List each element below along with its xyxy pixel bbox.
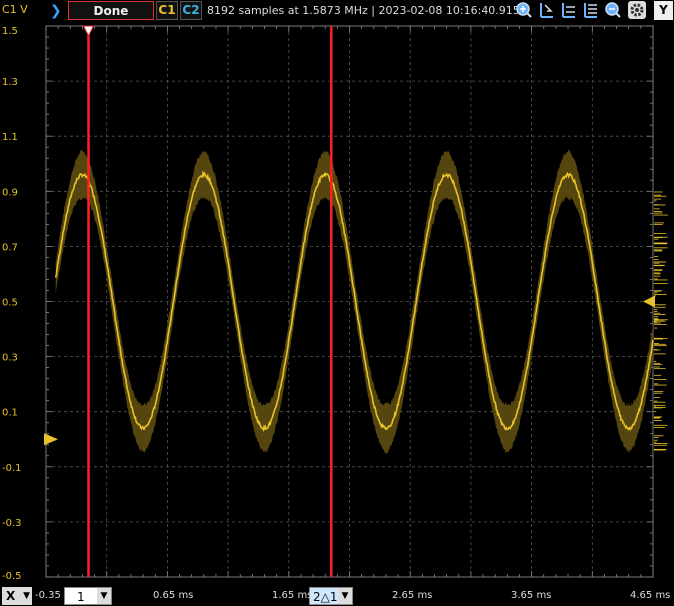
delta-select[interactable]: 2△1 ▼ (309, 587, 353, 605)
x-tick-label: 3.65 ms (511, 590, 552, 601)
y-tick-label: 0.9 (2, 187, 18, 198)
x-tick-label: 2.65 ms (392, 590, 433, 601)
x-tick-label: 1.65 ms (272, 590, 313, 601)
y-tick-label: 1.5 (2, 26, 18, 37)
chevron-down-icon: ▼ (338, 588, 352, 604)
y-tick-label: -0.3 (2, 518, 22, 529)
y-tick-label: 0.5 (2, 298, 18, 309)
y-tick-label: -0.5 (2, 571, 22, 582)
chevron-down-icon: ▼ (97, 588, 111, 604)
cursor-select-value: 1 (77, 590, 85, 604)
cursor-select[interactable]: 1 ▼ (64, 587, 112, 605)
channel1-button[interactable]: C1 (156, 1, 178, 20)
channel-unit-label: C1 V (2, 3, 28, 16)
cursor-both-icon[interactable] (581, 1, 599, 19)
x-tick-label: 0.65 ms (153, 590, 194, 601)
x-axis-button-label: X (6, 589, 16, 603)
y-tick-label: 0.1 (2, 408, 18, 419)
top-toolbar: C1 V ❯ Done C1 C2 8192 samples at 1.5873… (0, 0, 674, 22)
cursor-horizontal-icon[interactable] (559, 1, 577, 19)
bottom-toolbar: X ▼ -0.35 1 ▼ 2△1 ▼ 0.65 ms 1.65 ms 2.65 ms… (0, 586, 674, 606)
oscilloscope-plot[interactable]: 1.5 1.3 1.1 0.9 0.7 0.5 0.3 0.1 -0.1 -0.3 -0.5 (0, 22, 674, 586)
zoom-in-icon[interactable] (515, 1, 533, 19)
y-axis-button[interactable]: Y (654, 1, 673, 20)
acquisition-status: 8192 samples at 1.5873 MHz | 2023-02-08 … (207, 4, 520, 17)
y-tick-label: 1.3 (2, 77, 18, 88)
channel2-button[interactable]: C2 (180, 1, 202, 20)
x-axis-button[interactable]: X ▼ (2, 587, 32, 605)
cursor-vertical-icon[interactable] (537, 1, 555, 19)
run-arrow-icon[interactable]: ❯ (50, 2, 64, 20)
y-tick-label: -0.1 (2, 463, 22, 474)
zoom-out-icon[interactable] (604, 1, 622, 19)
settings-icon[interactable] (628, 1, 646, 19)
x-tick-label: -0.35 (35, 590, 61, 601)
chevron-down-icon: ▼ (23, 591, 30, 601)
run-state-button[interactable]: Done (68, 1, 154, 20)
y-tick-label: 1.1 (2, 132, 18, 143)
x-tick-label: 4.65 ms (630, 590, 671, 601)
y-tick-label: 0.3 (2, 353, 18, 364)
y-tick-label: 0.7 (2, 242, 18, 253)
delta-select-value: 2△1 (313, 590, 338, 604)
